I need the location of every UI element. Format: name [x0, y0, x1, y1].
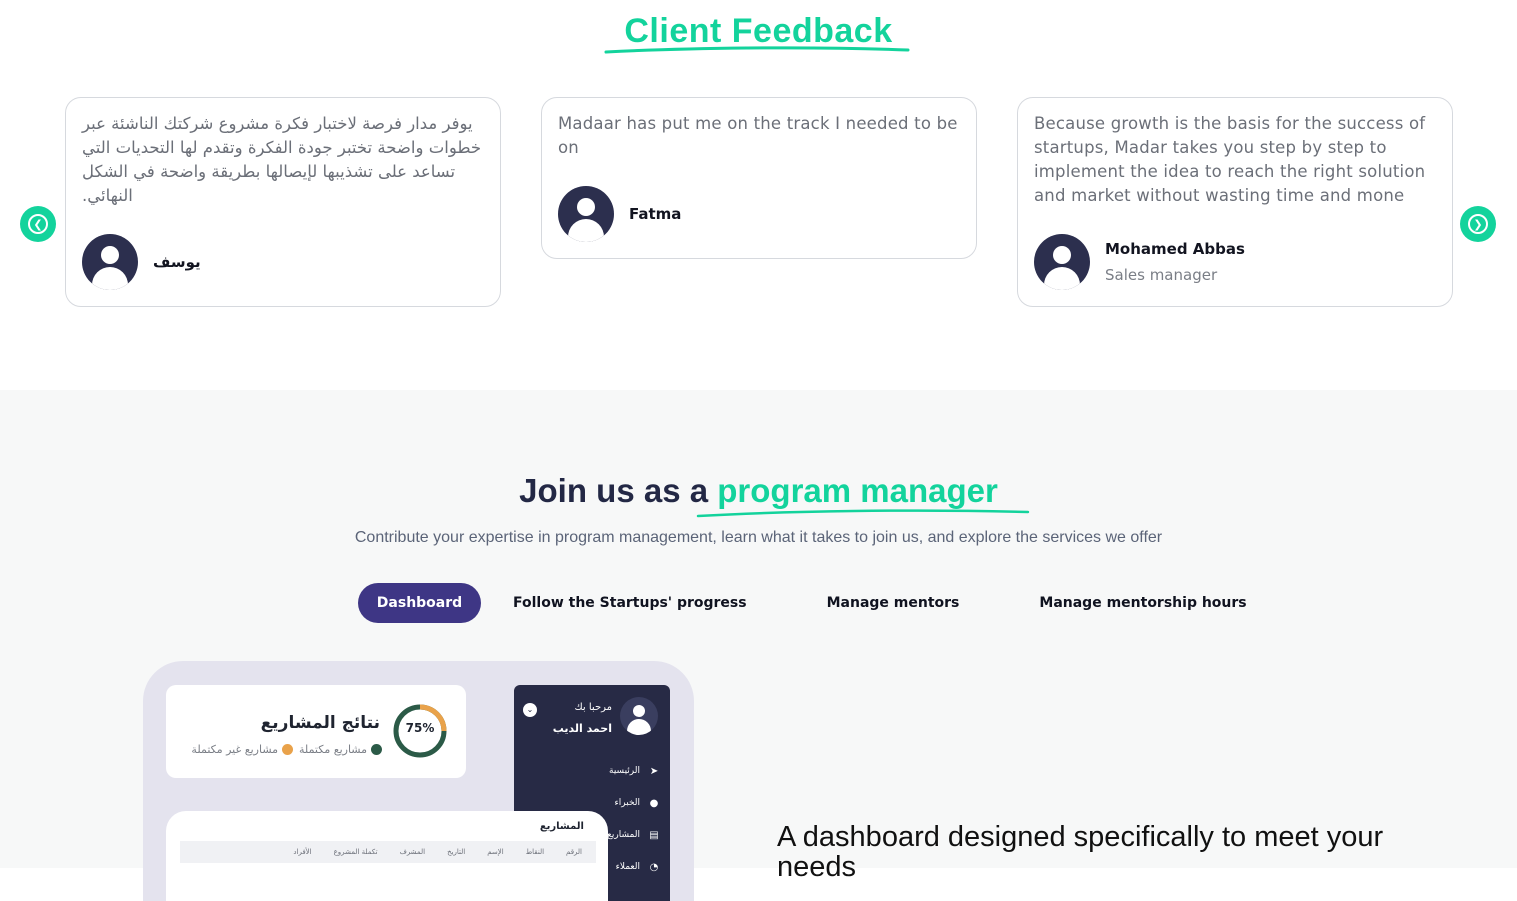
join-title-prefix: Join us as a — [519, 472, 718, 509]
tab-dashboard[interactable]: Dashboard — [358, 583, 481, 623]
sidebar-item-label: المشاريع — [607, 830, 640, 840]
table-header-row: الرقم النقاط الإسم التاريخ المشرف تكملة … — [180, 841, 596, 863]
author-name: Fatma — [629, 205, 682, 223]
author-name: يوسف — [153, 253, 201, 271]
avatar — [558, 186, 614, 242]
sidebar-item-home[interactable]: ➤ الرئيسية — [609, 765, 660, 777]
user-icon: ● — [649, 797, 659, 809]
sidebar-greeting: مرحبا بك — [574, 702, 612, 713]
legend-dot-incomplete — [282, 744, 294, 755]
testimonial-quote: Madaar has put me on the track I needed … — [558, 114, 958, 157]
legend-complete-label: مشاريع مكتملة — [299, 743, 367, 756]
chevron-left-circle-icon: ❮ — [28, 214, 48, 234]
testimonial-quote: Because growth is the basis for the succ… — [1034, 114, 1426, 205]
rocket-icon: ➤ — [649, 765, 659, 777]
join-title: Join us as a program manager — [0, 472, 1517, 510]
table-header-cell: الإسم — [487, 848, 504, 856]
pie-chart-icon: ◔ — [649, 861, 659, 873]
join-title-highlight: program manager — [717, 472, 998, 509]
testimonial-quote: يوفر مدار فرصة لاختبار فكرة مشروع شركتك … — [82, 114, 482, 205]
projects-table-card: المشاريع الرقم النقاط الإسم التاريخ المش… — [166, 811, 608, 901]
tab-follow-startups-progress[interactable]: Follow the Startups' progress — [489, 583, 771, 623]
sidebar-item-clients[interactable]: ◔ العملاء — [616, 861, 660, 873]
join-program-manager-section: Join us as a program manager Contribute … — [0, 390, 1517, 901]
sidebar-item-experts[interactable]: ● الخبراء — [615, 797, 660, 809]
chevron-right-circle-icon: ❯ — [1468, 214, 1488, 234]
chevron-down-icon[interactable]: ⌄ — [523, 703, 537, 717]
avatar — [1034, 234, 1090, 290]
progress-percent: 75% — [405, 721, 435, 735]
legend-incomplete-label: مشاريع غير مكتملة — [191, 743, 279, 756]
table-header-cell: تكملة المشروع — [333, 848, 378, 856]
author-name: Mohamed Abbas — [1105, 240, 1245, 258]
tab-manage-mentors[interactable]: Manage mentors — [803, 583, 984, 623]
sidebar-username: احمد الديب — [552, 722, 612, 735]
legend-dot-complete — [371, 744, 382, 755]
feature-title: A dashboard designed specifically to mee… — [777, 821, 1384, 883]
table-header-cell: الأفراد — [293, 848, 312, 856]
project-results-card: نتائج المشاريع مشاريع مكتملة مشاريع غير … — [166, 685, 466, 778]
testimonial-card: Because growth is the basis for the succ… — [1017, 97, 1453, 307]
table-header-cell: الرقم — [566, 848, 582, 856]
carousel-next-button[interactable]: ❯ — [1460, 206, 1496, 242]
carousel-prev-button[interactable]: ❮ — [20, 206, 56, 242]
table-header-cell: النقاط — [525, 848, 545, 856]
table-header-cell: المشرف — [399, 848, 426, 856]
sidebar-item-projects[interactable]: ▤ المشاريع — [607, 829, 660, 841]
join-subtitle: Contribute your expertise in program man… — [354, 529, 1163, 546]
table-header-cell: التاريخ — [447, 848, 466, 856]
title-underline — [604, 46, 910, 54]
dashboard-mockup: نتائج المشاريع مشاريع مكتملة مشاريع غير … — [143, 661, 694, 901]
testimonial-card: Madaar has put me on the track I needed … — [541, 97, 977, 259]
results-legend: مشاريع مكتملة مشاريع غير مكتملة — [185, 743, 382, 756]
testimonial-author: يوسف — [82, 234, 201, 290]
testimonial-author: Mohamed Abbas Sales manager — [1034, 234, 1245, 290]
sidebar-item-label: الخبراء — [614, 798, 640, 808]
testimonial-author: Fatma — [558, 186, 681, 242]
title-underline — [696, 509, 1030, 518]
sidebar-item-label: العملاء — [615, 862, 640, 872]
sidebar-item-label: الرئيسية — [609, 766, 640, 776]
feature-tabs: Dashboard Follow the Startups' progress … — [358, 583, 1271, 623]
clipboard-icon: ▤ — [649, 829, 659, 841]
tab-manage-mentorship-hours[interactable]: Manage mentorship hours — [1015, 583, 1270, 623]
results-title: نتائج المشاريع — [260, 713, 380, 733]
avatar — [82, 234, 138, 290]
avatar — [620, 697, 658, 735]
table-title: المشاريع — [539, 821, 584, 832]
client-feedback-section: Client Feedback ❮ يوفر مدار فرصة لاختبار… — [0, 0, 1517, 390]
author-role: Sales manager — [1105, 266, 1218, 284]
testimonial-card: يوفر مدار فرصة لاختبار فكرة مشروع شركتك … — [65, 97, 501, 307]
